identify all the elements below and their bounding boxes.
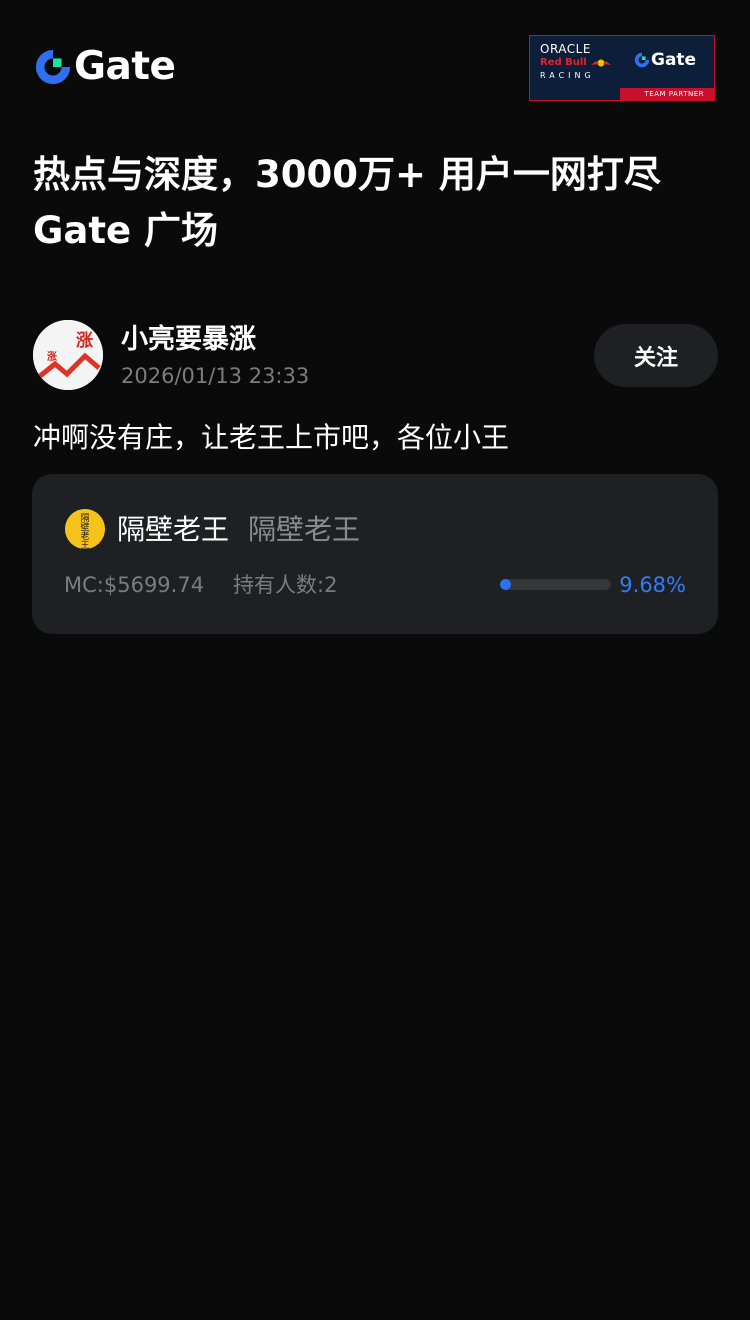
- username[interactable]: 小亮要暴涨: [121, 322, 256, 358]
- app-header: Gate ORACLE Red Bull RACING Gate TEAM PA…: [0, 0, 750, 130]
- gate-logo-icon: [35, 49, 71, 85]
- token-icon: 隔 壁 老 王: [65, 509, 105, 549]
- bonding-progress-bar: [500, 579, 611, 590]
- bonding-progress-fill: [500, 579, 512, 590]
- holder-count: 持有人数:2: [233, 573, 338, 597]
- post-content: 冲啊没有庄，让老王上市吧，各位小王: [33, 421, 510, 454]
- headline-line-2: Gate 广场: [33, 209, 218, 252]
- redbull-label: Red Bull: [540, 57, 587, 68]
- partner-gate-text: Gate: [651, 50, 697, 70]
- avatar-char-big: 涨: [76, 331, 93, 351]
- token-symbol: 隔壁老王: [248, 513, 361, 546]
- page-headline: 热点与深度，3000万+ 用户一网打尽 Gate 广场: [33, 147, 723, 259]
- partner-banner[interactable]: ORACLE Red Bull RACING Gate TEAM PARTNER: [529, 35, 715, 101]
- follow-button[interactable]: 关注: [594, 324, 718, 387]
- bull-icon: [590, 59, 611, 67]
- gate-logo[interactable]: Gate: [34, 44, 176, 89]
- gate-logo-small-icon: [634, 52, 650, 68]
- avatar-char-small: 涨: [47, 350, 57, 363]
- market-cap: MC:$5699.74: [64, 573, 205, 597]
- partner-gate-logo: Gate: [634, 50, 696, 70]
- token-avatar-image: 隔 壁 老 王: [65, 509, 105, 549]
- team-partner-strip: TEAM PARTNER: [620, 88, 714, 100]
- redbull-racing-logo: ORACLE Red Bull RACING: [540, 43, 620, 82]
- oracle-text: ORACLE: [540, 42, 591, 56]
- logo-wordmark: Gate: [74, 44, 176, 89]
- racing-text: RACING: [540, 71, 595, 80]
- token-icon-char-4: 王: [80, 540, 89, 549]
- post-header: 涨 涨 小亮要暴涨 2026/01/13 23:33 关注: [33, 320, 718, 392]
- headline-line-1: 热点与深度，3000万+ 用户一网打尽: [33, 153, 661, 196]
- redbull-text: Red Bull: [540, 56, 620, 70]
- bonding-progress-text: 9.68%: [619, 573, 686, 597]
- token-name: 隔壁老王: [117, 513, 230, 546]
- token-card[interactable]: 隔 壁 老 王 隔壁老王 隔壁老王 MC:$5699.74 持有人数:2 9.6…: [32, 474, 718, 634]
- post-timestamp: 2026/01/13 23:33: [121, 364, 310, 388]
- avatar-image: 涨 涨: [33, 320, 103, 390]
- avatar[interactable]: 涨 涨: [33, 320, 103, 390]
